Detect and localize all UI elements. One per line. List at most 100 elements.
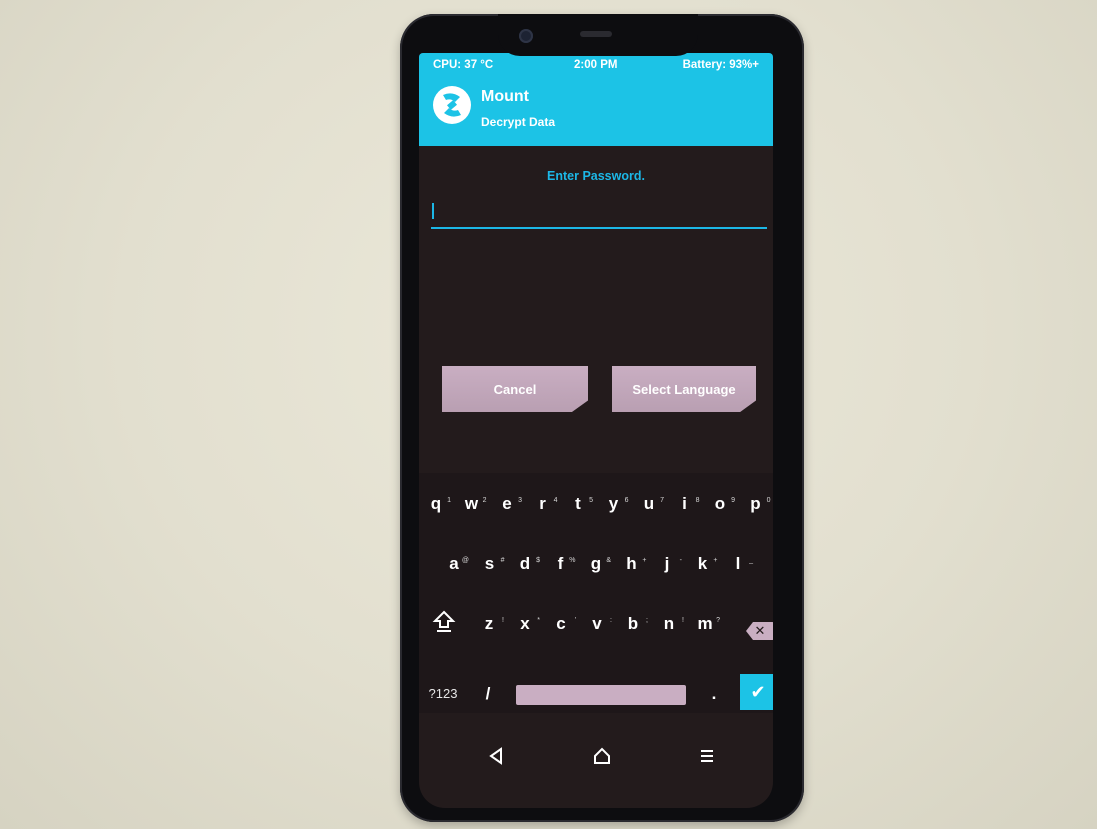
- key-hint: &: [606, 557, 611, 564]
- key-label: o: [714, 494, 726, 513]
- key-label: u: [643, 494, 655, 513]
- key-label: k: [697, 554, 708, 573]
- password-prompt: Enter Password.: [547, 169, 645, 183]
- key-label: d: [519, 554, 531, 573]
- key-hint: %: [569, 557, 576, 564]
- select-language-button[interactable]: Select Language: [612, 366, 756, 412]
- key-v[interactable]: v:: [582, 609, 612, 639]
- key-z[interactable]: z!: [474, 609, 504, 639]
- phone-screen: CPU: 37 °C 2:00 PM Battery: 93%+ Mount D…: [419, 53, 773, 808]
- key-l[interactable]: l _: [723, 549, 753, 579]
- key-hint: +: [713, 557, 718, 564]
- key-i[interactable]: i8: [670, 489, 700, 519]
- key-c[interactable]: c ': [546, 609, 576, 639]
- key-hint: 5: [589, 497, 593, 504]
- key-hint: #: [500, 557, 505, 564]
- navigation-bar: [419, 723, 773, 783]
- key-s[interactable]: s #: [475, 549, 505, 579]
- header: Mount Decrypt Data: [419, 79, 773, 146]
- key-hint: -: [679, 557, 682, 564]
- backspace-icon[interactable]: ✕: [746, 622, 773, 640]
- key-hint: 9: [731, 497, 735, 504]
- key-hint: @: [461, 557, 469, 564]
- key-e[interactable]: e3: [492, 489, 522, 519]
- key-f[interactable]: f%: [546, 549, 576, 579]
- key-label: r: [539, 494, 546, 513]
- key-label: a: [449, 554, 459, 573]
- key-h[interactable]: h +: [617, 549, 647, 579]
- key-hint: _: [749, 557, 753, 564]
- clock: 2:00 PM: [574, 59, 618, 71]
- key-m[interactable]: m?: [690, 609, 720, 639]
- key-hint: 3: [518, 497, 522, 504]
- key-r[interactable]: r4: [528, 489, 558, 519]
- key-hint: ;: [646, 617, 648, 624]
- key-hint: $: [536, 557, 540, 564]
- text-cursor: [432, 203, 434, 219]
- key-n[interactable]: n!: [654, 609, 684, 639]
- key-hint: 2: [482, 497, 487, 504]
- key-g[interactable]: g &: [581, 549, 611, 579]
- battery-status: Battery: 93%+: [682, 59, 759, 71]
- menu-icon[interactable]: [692, 741, 722, 771]
- key-label: m: [697, 614, 713, 633]
- key-label: x: [520, 614, 530, 633]
- key-hint: +: [642, 557, 647, 564]
- home-icon[interactable]: [587, 741, 617, 771]
- key-a[interactable]: a @: [439, 549, 469, 579]
- key-hint: *: [537, 617, 540, 624]
- key-label: n: [663, 614, 675, 633]
- key-label: y: [608, 494, 619, 513]
- key-label: q: [430, 494, 442, 513]
- key-label: j: [664, 554, 670, 573]
- checkmark-icon[interactable]: ✔: [740, 674, 773, 710]
- key-label: e: [502, 494, 512, 513]
- key-hint: 0: [766, 497, 771, 504]
- page-title: Mount: [481, 88, 529, 105]
- key-hint: 4: [553, 497, 558, 504]
- twrp-logo-icon: [433, 86, 471, 124]
- photo-scene: CPU: 37 °C 2:00 PM Battery: 93%+ Mount D…: [0, 0, 1097, 829]
- key-p[interactable]: p0: [741, 489, 771, 519]
- key-label: p: [750, 494, 761, 513]
- earpiece-speaker: [580, 31, 612, 37]
- key-j[interactable]: j-: [652, 549, 682, 579]
- slash-key[interactable]: /: [473, 679, 503, 709]
- password-input[interactable]: [431, 199, 767, 229]
- key-label: h: [626, 554, 637, 573]
- symbols-key[interactable]: ?123: [423, 679, 463, 709]
- key-label: v: [592, 614, 602, 633]
- key-t[interactable]: t5: [563, 489, 593, 519]
- key-o[interactable]: o9: [705, 489, 735, 519]
- key-label: w: [464, 494, 479, 513]
- key-y[interactable]: y6: [599, 489, 629, 519]
- key-label: g: [590, 554, 602, 573]
- status-bar: CPU: 37 °C 2:00 PM Battery: 93%+: [419, 53, 773, 79]
- key-hint: ': [574, 617, 576, 624]
- key-d[interactable]: d $: [510, 549, 540, 579]
- period-key[interactable]: .: [699, 679, 729, 709]
- cancel-button[interactable]: Cancel: [442, 366, 588, 412]
- on-screen-keyboard: q1w2e3r4t5y6u7i8o9p0 a @ s # d $ f% g & h + j - k + l _ …: [419, 473, 773, 713]
- key-u[interactable]: u7: [634, 489, 664, 519]
- key-q[interactable]: q1: [421, 489, 451, 519]
- page-subtitle: Decrypt Data: [481, 115, 556, 129]
- key-label: t: [575, 494, 581, 513]
- key-hint: 1: [447, 497, 451, 504]
- key-label: f: [557, 554, 564, 573]
- key-hint: 6: [624, 497, 629, 504]
- shift-icon[interactable]: [429, 609, 459, 639]
- cpu-temperature: CPU: 37 °C: [433, 59, 494, 71]
- key-hint: 7: [660, 497, 664, 504]
- key-label: s: [484, 554, 495, 573]
- spacebar[interactable]: [516, 685, 686, 705]
- key-b[interactable]: b;: [618, 609, 648, 639]
- key-k[interactable]: k +: [688, 549, 718, 579]
- key-w[interactable]: w2: [457, 489, 487, 519]
- key-hint: 8: [695, 497, 700, 504]
- key-x[interactable]: x *: [510, 609, 540, 639]
- back-triangle-icon[interactable]: [481, 741, 511, 771]
- key-label: z: [484, 614, 494, 633]
- key-hint: ?: [716, 617, 720, 624]
- key-hint: !: [682, 617, 684, 624]
